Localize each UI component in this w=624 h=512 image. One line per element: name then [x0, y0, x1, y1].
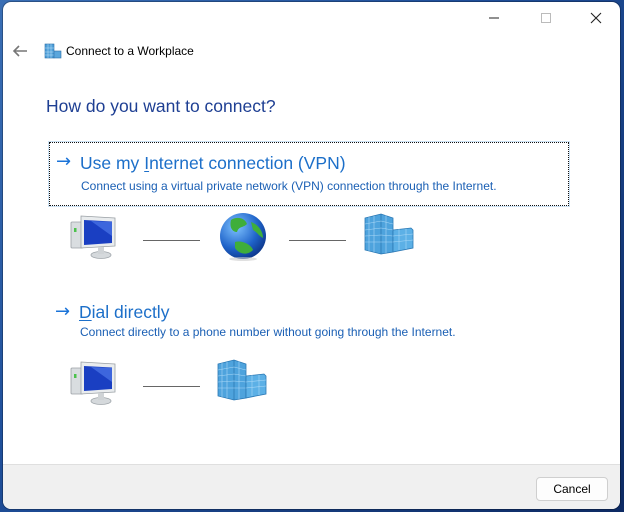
workplace-building-icon [217, 359, 267, 401]
option-dial-directly[interactable]: → Dial directly Connect directly to a ph… [49, 292, 569, 356]
page-heading: How do you want to connect? [46, 96, 276, 116]
arrow-right-icon: → [55, 301, 71, 322]
workplace-building-icon [44, 43, 62, 59]
computer-icon [70, 361, 116, 405]
option-title: Dial directly [79, 302, 170, 322]
arrow-right-icon: → [56, 151, 72, 172]
cancel-button[interactable]: Cancel [536, 477, 608, 501]
footer-bar: Cancel [3, 464, 620, 509]
navigation-row: Connect to a Workplace [3, 38, 620, 66]
option-title: Use my Internet connection (VPN) [80, 153, 346, 173]
option-use-internet-vpn[interactable]: → Use my Internet connection (VPN) Conne… [48, 141, 570, 207]
close-icon [590, 12, 602, 24]
back-button[interactable] [9, 40, 31, 62]
close-button[interactable] [573, 2, 619, 34]
option-description: Connect using a virtual private network … [81, 179, 497, 193]
maximize-icon [541, 13, 551, 23]
connection-line [143, 240, 200, 241]
back-arrow-icon [12, 45, 27, 57]
option-description: Connect directly to a phone number witho… [80, 325, 456, 339]
connect-to-workplace-window: Connect to a Workplace How do you want t… [3, 2, 620, 509]
minimize-icon [489, 17, 499, 19]
maximize-button[interactable] [523, 2, 569, 34]
dial-connection-diagram [3, 356, 620, 416]
globe-icon [220, 213, 266, 261]
minimize-button[interactable] [471, 2, 517, 34]
computer-icon [70, 215, 116, 259]
title-bar [3, 2, 620, 36]
window-title: Connect to a Workplace [66, 44, 194, 58]
connection-line [289, 240, 346, 241]
vpn-connection-diagram [3, 210, 620, 270]
workplace-building-icon [364, 213, 414, 255]
connection-line [143, 386, 200, 387]
